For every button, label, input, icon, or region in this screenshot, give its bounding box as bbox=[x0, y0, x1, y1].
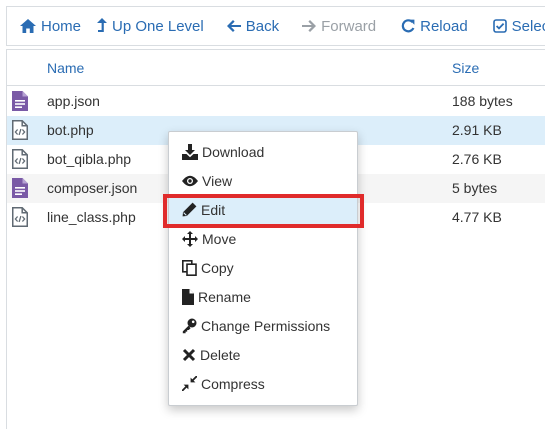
file-size: 2.91 KB bbox=[452, 122, 502, 138]
menu-item-label: Delete bbox=[200, 346, 241, 363]
menu-item-view[interactable]: View bbox=[169, 166, 357, 195]
up-one-level-label: Up One Level bbox=[112, 17, 204, 35]
level-up-icon bbox=[97, 18, 108, 32]
compress-icon bbox=[182, 376, 197, 391]
eye-icon bbox=[182, 175, 198, 186]
up-one-level-button[interactable]: Up One Level bbox=[97, 7, 204, 45]
menu-item-label: Copy bbox=[201, 259, 234, 276]
home-label: Home bbox=[41, 17, 82, 35]
back-button[interactable]: Back bbox=[226, 7, 280, 45]
menu-item-change-permissions[interactable]: Change Permissions bbox=[169, 311, 357, 340]
file-size: 5 bytes bbox=[452, 180, 498, 196]
table-row[interactable]: app.json 188 bytes bbox=[7, 87, 545, 116]
menu-item-label: Move bbox=[202, 230, 237, 247]
file-size: 4.77 KB bbox=[452, 209, 502, 225]
file-code-icon bbox=[12, 207, 28, 230]
select-label: Select bbox=[511, 17, 545, 35]
menu-item-delete[interactable]: Delete bbox=[169, 340, 357, 369]
forward-button[interactable]: Forward bbox=[302, 7, 376, 45]
menu-item-label: Change Permissions bbox=[201, 317, 331, 334]
file-name: bot.php bbox=[47, 122, 94, 138]
home-button[interactable]: Home bbox=[20, 7, 81, 45]
menu-item-compress[interactable]: Compress bbox=[169, 369, 357, 398]
file-code-icon bbox=[12, 120, 28, 143]
close-icon bbox=[182, 348, 196, 361]
context-menu: Download View Edit Move Copy Rename Chan… bbox=[168, 131, 358, 406]
forward-label: Forward bbox=[321, 17, 377, 35]
key-icon bbox=[182, 318, 197, 333]
menu-item-label: View bbox=[202, 172, 233, 189]
file-text-icon bbox=[12, 178, 28, 201]
download-icon bbox=[182, 143, 198, 160]
menu-item-copy[interactable]: Copy bbox=[169, 253, 357, 282]
menu-item-rename[interactable]: Rename bbox=[169, 282, 357, 311]
file-code-icon bbox=[12, 149, 28, 172]
file-name: app.json bbox=[47, 93, 100, 109]
copy-icon bbox=[182, 259, 197, 276]
table-header: Name Size bbox=[7, 50, 545, 86]
column-header-size[interactable]: Size bbox=[452, 60, 479, 76]
menu-item-label: Edit bbox=[201, 201, 226, 218]
column-header-name[interactable]: Name bbox=[47, 60, 84, 76]
file-size: 188 bytes bbox=[452, 93, 513, 109]
reload-label: Reload bbox=[420, 17, 468, 35]
file-name: composer.json bbox=[47, 180, 138, 196]
reload-button[interactable]: Reload bbox=[401, 7, 468, 45]
check-square-icon bbox=[492, 19, 507, 33]
back-label: Back bbox=[245, 17, 280, 35]
arrow-left-icon bbox=[226, 20, 241, 32]
arrow-right-icon bbox=[302, 20, 317, 32]
menu-item-label: Compress bbox=[201, 375, 265, 392]
pencil-icon bbox=[182, 202, 197, 217]
select-all-button[interactable]: Select bbox=[492, 7, 545, 45]
menu-item-edit[interactable]: Edit bbox=[169, 195, 357, 224]
file-size: 2.76 KB bbox=[452, 151, 502, 167]
refresh-icon bbox=[401, 19, 415, 33]
file-icon bbox=[182, 288, 194, 305]
file-name: bot_qibla.php bbox=[47, 151, 132, 167]
home-icon bbox=[20, 19, 36, 33]
menu-item-label: Rename bbox=[198, 288, 251, 305]
menu-item-label: Download bbox=[202, 143, 265, 160]
file-name: line_class.php bbox=[47, 209, 136, 225]
move-icon bbox=[182, 230, 198, 247]
menu-item-download[interactable]: Download bbox=[169, 137, 357, 166]
toolbar: Home Up One Level Back Forward Reload Se… bbox=[6, 6, 545, 46]
file-text-icon bbox=[12, 91, 28, 114]
menu-item-move[interactable]: Move bbox=[169, 224, 357, 253]
